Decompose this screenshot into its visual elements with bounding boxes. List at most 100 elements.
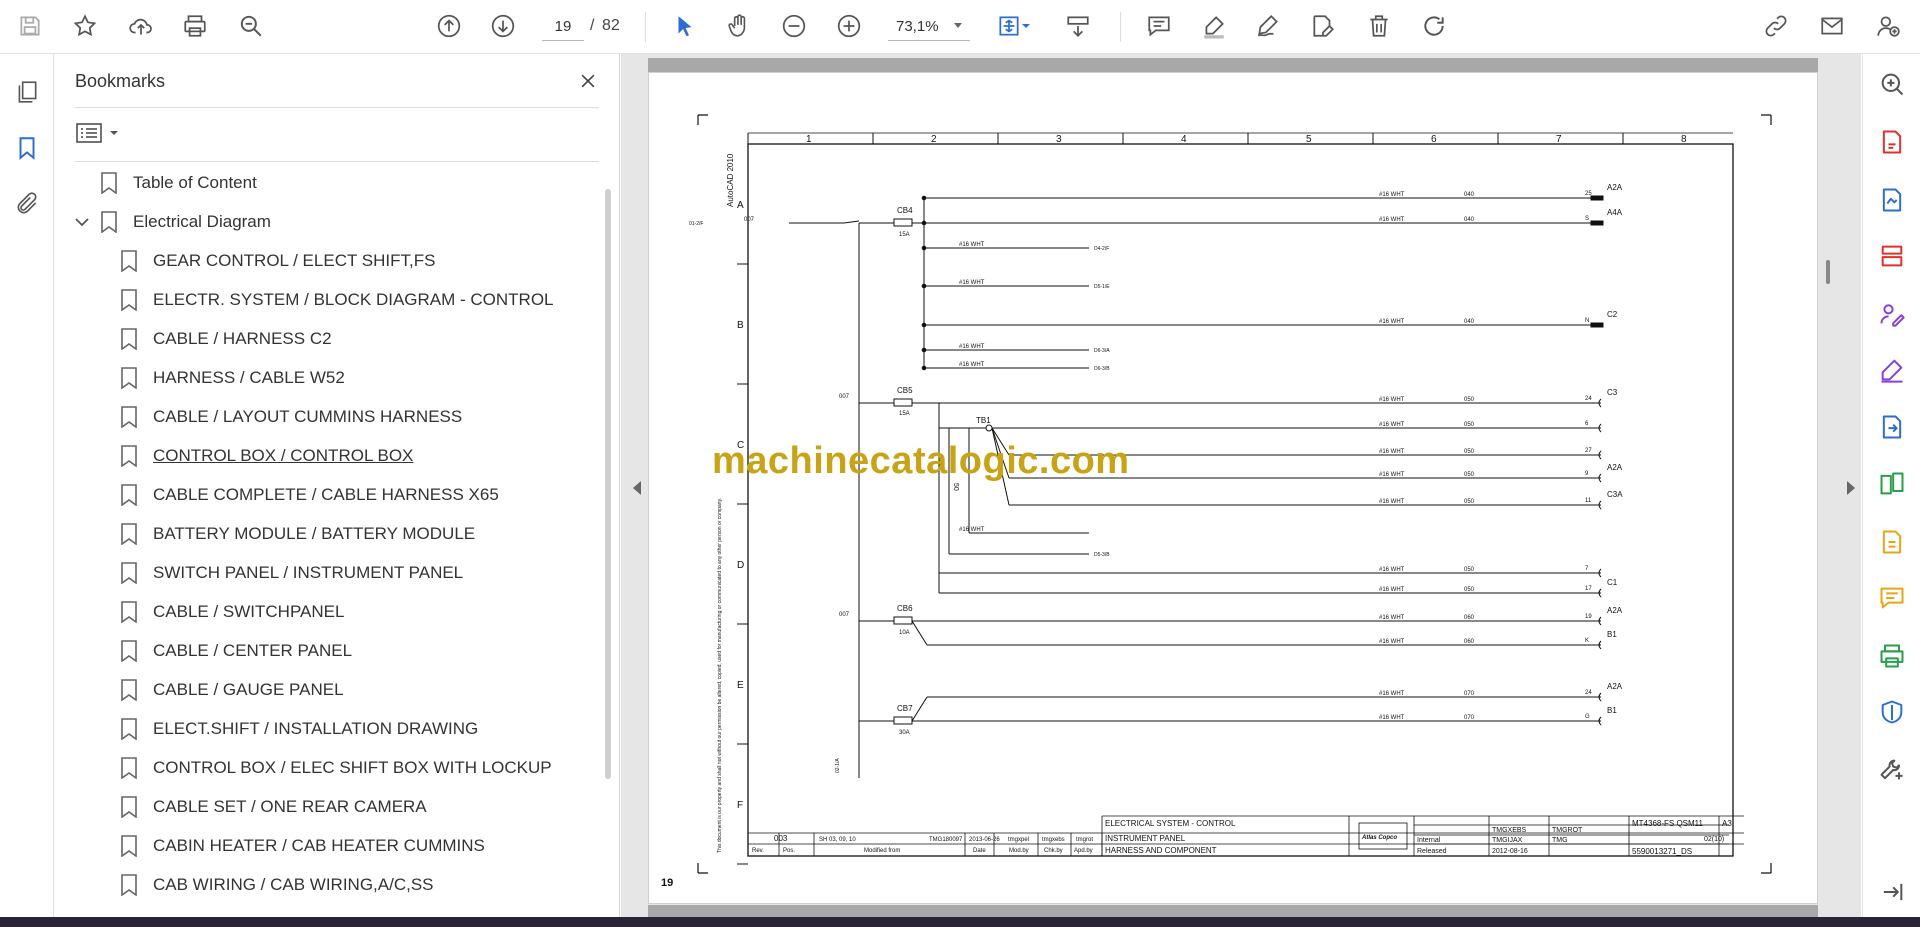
bookmark-icon[interactable] [10, 131, 44, 165]
wire-number: 007 [839, 612, 850, 618]
bookmark-item[interactable]: ELECT.SHIFT / INSTALLATION DRAWING [120, 714, 478, 744]
edit-icon[interactable] [1306, 9, 1340, 43]
wire-color-label: #16 WHT [1379, 499, 1405, 505]
chevron-down-icon [110, 131, 118, 135]
bookmark-item[interactable]: BATTERY MODULE / BATTERY MODULE [120, 519, 475, 549]
row-label: E [737, 680, 744, 691]
bookmark-label: ELECT.SHIFT / INSTALLATION DRAWING [153, 719, 479, 738]
bookmark-item[interactable]: SWITCH PANEL / INSTRUMENT PANEL [120, 558, 463, 588]
compare-icon[interactable] [1876, 468, 1908, 500]
page-down-icon[interactable] [486, 9, 520, 43]
hand-icon[interactable] [722, 9, 756, 43]
request-signature-icon[interactable] [1876, 298, 1908, 330]
wire-number: 050 [1464, 567, 1475, 573]
highlight-icon[interactable] [1197, 9, 1231, 43]
bookmark-item[interactable]: CONTROL BOX / ELEC SHIFT BOX WITH LOCKUP [120, 753, 552, 783]
bookmark-item[interactable]: CABIN HEATER / CAB HEATER CUMMINS [120, 831, 485, 861]
bookmark-item[interactable]: ELECTR. SYSTEM / BLOCK DIAGRAM - CONTROL [120, 285, 554, 315]
zoom-out-icon[interactable] [777, 9, 811, 43]
page-number-input[interactable] [542, 13, 584, 41]
breaker-rating: 15A [899, 232, 910, 238]
wire-number: 050 [1464, 449, 1475, 455]
star-icon[interactable] [68, 9, 102, 43]
export-pdf-icon[interactable] [1876, 126, 1908, 158]
bookmark-item[interactable]: GEAR CONTROL / ELECT SHIFT,FS [120, 246, 435, 276]
wire-color-label: #16 WHT [959, 362, 985, 368]
toolbar-divider [1120, 12, 1121, 42]
attachment-icon[interactable] [10, 187, 44, 221]
print-icon[interactable] [178, 9, 212, 43]
cross-reference: D6-3/A [1094, 348, 1110, 354]
wire-number: 050 [1464, 472, 1475, 478]
pages-icon[interactable] [10, 75, 44, 109]
sign-icon[interactable] [1251, 9, 1285, 43]
bookmark-item[interactable]: CABLE / SWITCHPANEL [120, 597, 344, 627]
organize-pages-icon[interactable] [1876, 240, 1908, 272]
collapse-left-panel-icon[interactable] [633, 481, 641, 495]
bookmark-item[interactable]: CABLE / HARNESS C2 [120, 324, 332, 354]
save-icon[interactable] [13, 9, 47, 43]
zoom-level-dropdown[interactable]: 73,1% [888, 13, 970, 41]
share-link-icon[interactable] [1759, 9, 1793, 43]
rotate-icon[interactable] [1417, 9, 1451, 43]
software-label: AutoCAD 2010 [726, 153, 735, 207]
more-tools-icon[interactable] [1876, 754, 1908, 786]
bookmark-item[interactable]: CABLE / LAYOUT CUMMINS HARNESS [120, 402, 462, 432]
bookmark-item[interactable]: CABLE SET / ONE REAR CAMERA [120, 792, 427, 822]
comment-icon[interactable] [1142, 9, 1176, 43]
connector-pin: 27 [1585, 448, 1592, 454]
tb-date: 2012-08-16 [1492, 848, 1528, 855]
bookmark-item[interactable]: CABLE / GAUGE PANEL [120, 675, 344, 705]
zoom-in-icon[interactable] [832, 9, 866, 43]
bookmark-item[interactable]: Table of Content [100, 168, 257, 198]
bookmark-item[interactable]: CONTROL BOX / CONTROL BOX [120, 441, 413, 471]
cross-reference: D5-3/B [1094, 552, 1110, 558]
wiring [789, 195, 1604, 778]
wire-number: 040 [1464, 319, 1475, 325]
row-label: A [737, 200, 744, 211]
collapse-panel-icon[interactable] [1876, 876, 1908, 908]
bookmark-label: CABLE / HARNESS C2 [153, 329, 332, 348]
column-label: 7 [1556, 134, 1562, 145]
document-page: 12345678 ABCDEF AutoCAD 2010 25 A2A #16 WH… [648, 72, 1818, 904]
document-scrollbar[interactable] [1826, 260, 1830, 284]
bookmark-label: CABLE COMPLETE / CABLE HARNESS X65 [153, 485, 499, 504]
wire [911, 620, 928, 646]
page-up-icon[interactable] [432, 9, 466, 43]
collapse-right-panel-icon[interactable] [1847, 481, 1855, 495]
comment-tool-icon[interactable] [1876, 582, 1908, 614]
protect-icon[interactable] [1876, 696, 1908, 728]
scroll-mode-icon[interactable] [1061, 9, 1095, 43]
fill-sign-icon[interactable] [1876, 354, 1908, 386]
bookmark-icon [101, 211, 117, 233]
connector-pin: 9 [1585, 471, 1589, 477]
create-pdf-icon[interactable] [1876, 184, 1908, 216]
bookmark-icon [121, 757, 137, 779]
print-production-icon[interactable] [1876, 640, 1908, 672]
bookmark-item[interactable]: CABLE COMPLETE / CABLE HARNESS X65 [120, 480, 499, 510]
select-arrow-icon[interactable] [668, 9, 702, 43]
bookmark-options-button[interactable] [75, 117, 121, 149]
zoom-search-icon[interactable] [234, 9, 268, 43]
account-icon[interactable] [1871, 9, 1905, 43]
bookmark-item[interactable]: CAB WIRING / CAB WIRING,A/C,SS [120, 870, 434, 900]
zoom-tool-icon[interactable] [1876, 68, 1908, 100]
top-toolbar: / 82 73,1% [0, 0, 1920, 54]
wire-color-label: #16 WHT [959, 527, 985, 533]
fit-page-dropdown-icon[interactable] [1018, 9, 1034, 43]
connector-label: C1 [1607, 578, 1618, 587]
edit-pdf-icon[interactable] [1876, 526, 1908, 558]
bookmarks-scrollbar[interactable] [605, 189, 611, 779]
close-icon[interactable] [575, 68, 601, 94]
mail-icon[interactable] [1815, 9, 1849, 43]
bookmark-item[interactable]: CABLE / CENTER PANEL [120, 636, 352, 666]
wire-color-label: #16 WHT [1379, 639, 1405, 645]
toolbar-divider [645, 12, 646, 42]
bookmark-item[interactable]: HARNESS / CABLE W52 [120, 363, 345, 393]
delete-icon[interactable] [1362, 9, 1396, 43]
bookmark-item[interactable]: Electrical Diagram [75, 207, 271, 237]
bookmark-icon [121, 874, 137, 896]
export-convert-icon[interactable] [1876, 411, 1908, 443]
chevron-down-icon[interactable] [73, 213, 91, 231]
upload-icon[interactable] [124, 9, 158, 43]
